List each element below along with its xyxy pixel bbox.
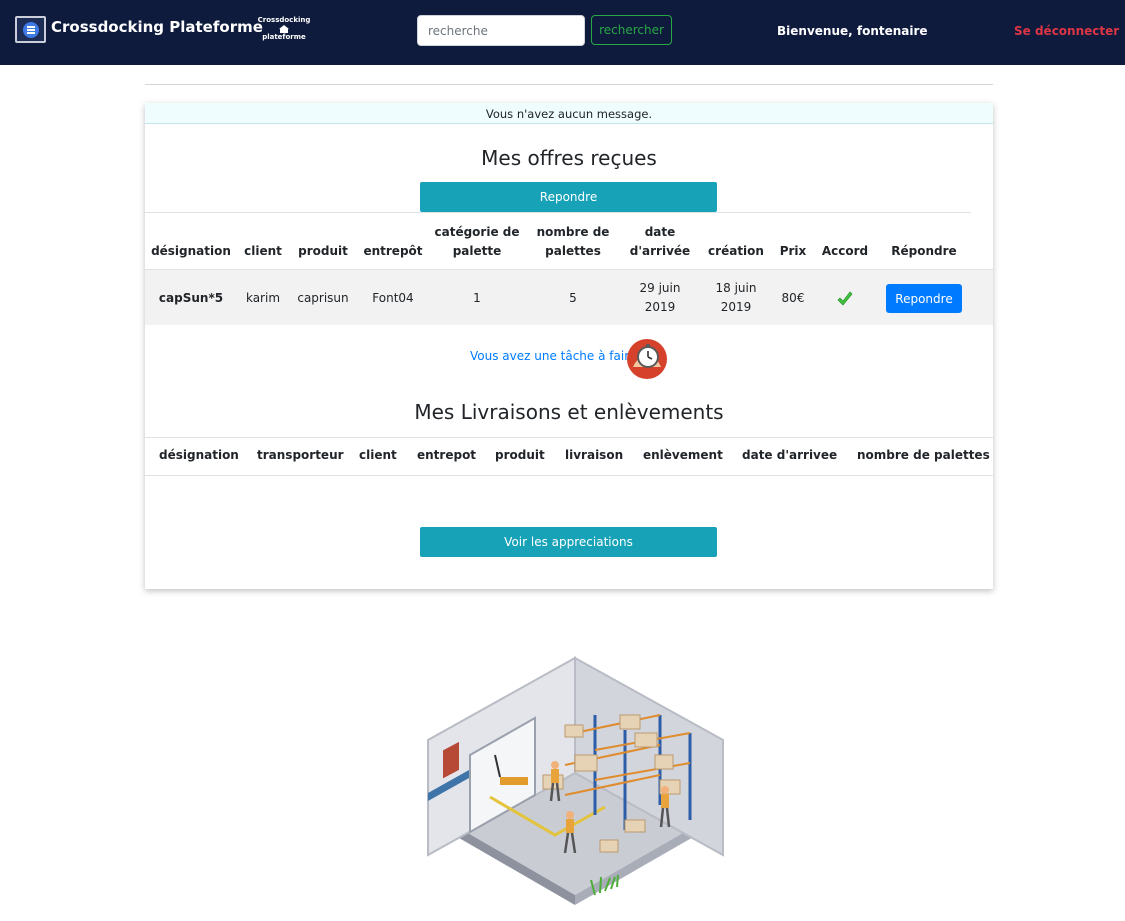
brand-logo: Crossdocking plateforme — [254, 16, 314, 44]
cell-nombre: 5 — [569, 291, 577, 305]
col-nombre-palettes: nombre de palettes — [857, 448, 990, 462]
col-nombre: nombre de palettes — [529, 223, 617, 261]
cell-date-arrivee: 29 juin 2019 — [625, 279, 695, 317]
logo-text-bottom: plateforme — [262, 33, 306, 41]
welcome-text: Bienvenue, fontenaire — [777, 24, 928, 38]
divider — [145, 84, 993, 85]
divider — [145, 475, 993, 476]
logout-link[interactable]: Se déconnecter — [1014, 24, 1119, 38]
cell-prix: 80€ — [781, 291, 805, 305]
cell-date-arrivee-year: 2019 — [644, 300, 676, 314]
col-nombre-line1: nombre de — [536, 225, 610, 239]
navbar: Crossdocking Plateforme Crossdocking pla… — [0, 0, 1125, 65]
col-nombre-line2: palettes — [545, 244, 601, 258]
col-entrepot: entrepôt — [363, 244, 423, 258]
voir-appreciations-button[interactable]: Voir les appreciations — [420, 527, 717, 557]
col-categorie-line1: catégorie de — [434, 225, 520, 239]
divider — [145, 212, 971, 213]
message-alert: Vous n'avez aucun message. — [145, 103, 993, 124]
cell-creation-year: 2019 — [720, 300, 752, 314]
clock-task-icon[interactable] — [627, 339, 667, 379]
col-transporteur: transporteur — [257, 448, 344, 462]
col-produit: produit — [298, 244, 348, 258]
col-designation: désignation — [151, 244, 231, 258]
col-date-line1: date — [644, 225, 676, 239]
col-repondre: Répondre — [891, 244, 957, 258]
col-client: client — [359, 448, 397, 462]
col-enlevement: enlèvement — [643, 448, 723, 462]
cell-produit: caprisun — [297, 291, 349, 305]
cell-categorie: 1 — [473, 291, 481, 305]
col-categorie: catégorie de palette — [432, 223, 522, 261]
col-accord: Accord — [821, 244, 869, 258]
search-button[interactable]: rechercher — [591, 15, 672, 45]
check-icon — [837, 291, 853, 306]
col-date-arrivee: date d'arrivée — [625, 223, 695, 261]
house-icon — [279, 25, 289, 33]
menu-icon[interactable] — [15, 16, 46, 43]
warehouse-illustration — [427, 656, 724, 905]
cell-entrepot: Font04 — [372, 291, 414, 305]
cell-date-arrivee-day: 29 juin — [639, 281, 681, 295]
col-date-arrivee: date d'arrivee — [742, 448, 838, 462]
divider — [145, 437, 993, 438]
col-produit: produit — [495, 448, 545, 462]
col-client: client — [244, 244, 282, 258]
logo-text-top: Crossdocking — [257, 16, 311, 24]
search-input[interactable] — [417, 15, 585, 46]
main-card: Vous n'avez aucun message. Mes offres re… — [145, 103, 993, 589]
repondre-button[interactable]: Repondre — [420, 182, 717, 212]
offres-title: Mes offres reçues — [481, 146, 657, 170]
cell-creation-day: 18 juin — [715, 281, 757, 295]
task-link[interactable]: Vous avez une tâche à faire — [470, 349, 636, 363]
cell-creation: 18 juin 2019 — [703, 279, 769, 317]
col-categorie-line2: palette — [452, 244, 502, 258]
col-livraison: livraison — [565, 448, 624, 462]
livraisons-title: Mes Livraisons et enlèvements — [414, 400, 724, 424]
row-repondre-button[interactable]: Repondre — [886, 284, 962, 313]
cell-client: karim — [245, 291, 281, 305]
col-prix: Prix — [779, 244, 807, 258]
brand-title[interactable]: Crossdocking Plateforme — [51, 18, 263, 36]
col-entrepot: entrepot — [417, 448, 477, 462]
col-designation: désignation — [159, 448, 239, 462]
cell-designation: capSun*5 — [158, 291, 224, 305]
col-date-line2: d'arrivée — [629, 244, 691, 258]
col-creation: création — [708, 244, 764, 258]
